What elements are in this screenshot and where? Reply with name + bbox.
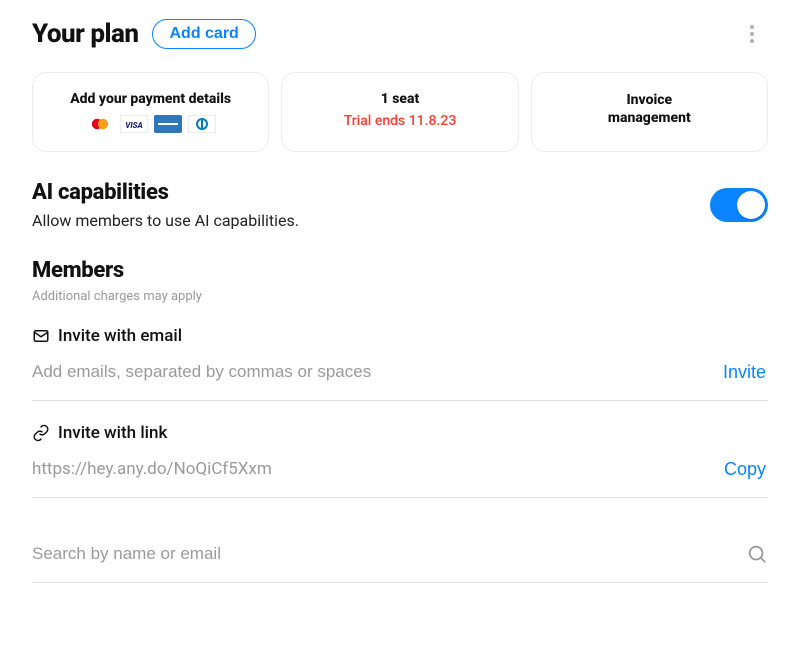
plan-cards-row: Add your payment details VISA 1 seat Tri… bbox=[32, 72, 768, 152]
ai-toggle[interactable] bbox=[710, 188, 768, 222]
page-title: Your plan bbox=[32, 19, 138, 49]
invite-email-block: Invite with email Invite bbox=[32, 326, 768, 401]
header: Your plan Add card bbox=[32, 18, 768, 50]
invite-email-label-row: Invite with email bbox=[32, 326, 768, 346]
invite-link-label-row: Invite with link bbox=[32, 423, 768, 443]
invite-button[interactable]: Invite bbox=[721, 358, 768, 387]
ai-heading: AI capabilities bbox=[32, 180, 299, 205]
copy-link-button[interactable]: Copy bbox=[722, 455, 768, 484]
visa-icon: VISA bbox=[120, 115, 148, 133]
more-options-button[interactable] bbox=[736, 18, 768, 50]
members-search-block bbox=[32, 538, 768, 583]
link-icon bbox=[32, 424, 50, 442]
trial-end-text: Trial ends 11.8.23 bbox=[290, 113, 509, 129]
ai-description: Allow members to use AI capabilities. bbox=[32, 211, 299, 230]
payment-details-title: Add your payment details bbox=[41, 91, 260, 107]
invoice-title-line2: management bbox=[540, 109, 759, 127]
svg-text:VISA: VISA bbox=[125, 121, 142, 130]
members-section: Members Additional charges may apply Inv… bbox=[32, 258, 768, 583]
invite-email-label: Invite with email bbox=[58, 326, 182, 346]
mastercard-icon bbox=[86, 115, 114, 133]
seats-card[interactable]: 1 seat Trial ends 11.8.23 bbox=[281, 72, 518, 152]
search-icon bbox=[746, 543, 768, 565]
members-heading: Members bbox=[32, 258, 768, 283]
invoice-management-card[interactable]: Invoice management bbox=[531, 72, 768, 152]
invite-link-block: Invite with link https://hey.any.do/NoQi… bbox=[32, 423, 768, 498]
diners-icon bbox=[188, 115, 216, 133]
amex-icon bbox=[154, 115, 182, 133]
payment-method-icons: VISA bbox=[41, 115, 260, 133]
ai-section: AI capabilities Allow members to use AI … bbox=[32, 180, 768, 230]
payment-details-card[interactable]: Add your payment details VISA bbox=[32, 72, 269, 152]
invite-link-label: Invite with link bbox=[58, 423, 167, 443]
invoice-title-line1: Invoice bbox=[540, 91, 759, 109]
members-search-input[interactable] bbox=[32, 538, 738, 570]
email-icon bbox=[32, 327, 50, 345]
toggle-knob bbox=[737, 191, 765, 219]
invite-link-url: https://hey.any.do/NoQiCf5Xxm bbox=[32, 453, 714, 485]
more-icon bbox=[750, 25, 754, 43]
add-card-button[interactable]: Add card bbox=[152, 19, 255, 49]
invite-email-input[interactable] bbox=[32, 356, 713, 388]
members-hint: Additional charges may apply bbox=[32, 289, 768, 304]
seats-title: 1 seat bbox=[290, 91, 509, 107]
